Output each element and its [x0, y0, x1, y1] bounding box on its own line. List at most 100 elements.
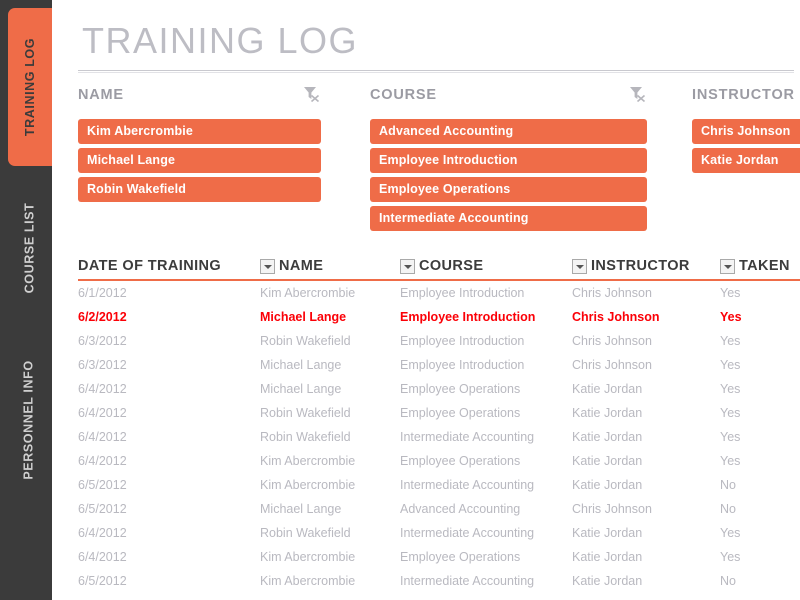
filter-chip[interactable]: Employee Operations	[370, 177, 647, 202]
chevron-down-icon[interactable]	[400, 258, 415, 274]
row-cell-date: 6/1/2012	[78, 286, 127, 300]
row-cell-course: Intermediate Accounting	[400, 573, 535, 588]
filter-chip[interactable]: Katie Jordan	[692, 148, 800, 173]
row-cell-course: Employee Introduction	[400, 357, 525, 372]
row-cell-course: Employee Introduction	[400, 333, 525, 348]
table-row[interactable]: 6/1/2012 Kim Abercrombie Employee Introduc…	[78, 280, 800, 304]
sidebar: TRAINING LOG COURSE LIST PERSONNEL INFO	[0, 0, 52, 600]
row-cell-name: Robin Wakefield	[260, 429, 351, 444]
filter-chip[interactable]: Michael Lange	[78, 148, 321, 173]
row-cell-course: Employee Operations	[400, 381, 521, 396]
filter-panel-course: COURSE Advanced Accounting Employee Intr…	[370, 86, 647, 235]
row-cell-taken: Yes	[720, 549, 741, 564]
row-cell-taken: No	[720, 573, 736, 588]
chevron-down-icon[interactable]	[720, 258, 735, 274]
row-cell-course: Employee Introduction	[400, 286, 525, 300]
filter-panel-instructor-header: INSTRUCTOR	[692, 86, 800, 106]
row-cell-taken: Yes	[720, 381, 741, 396]
table-row[interactable]: 6/3/2012 Michael Lange Employee Introducti…	[78, 352, 800, 376]
filter-panel-name: NAME Kim Abercrombie Michael Lange Robin…	[78, 86, 321, 206]
chevron-down-icon[interactable]	[572, 258, 587, 274]
row-cell-taken: No	[720, 501, 736, 516]
table-body: 6/1/2012 Kim Abercrombie Employee Introduc…	[78, 280, 800, 592]
row-cell-name: Kim Abercrombie	[260, 573, 356, 588]
row-cell-course: Advanced Accounting	[400, 501, 521, 516]
sidebar-tab-personnel-info[interactable]: PERSONNEL INFO	[6, 330, 52, 510]
filter-chip-list-name: Kim Abercrombie Michael Lange Robin Wake…	[78, 119, 321, 202]
row-cell-taken: Yes	[720, 525, 741, 540]
table-row[interactable]: 6/4/2012 Robin Wakefield Intermediate Acco…	[78, 424, 800, 448]
row-cell-date: 6/4/2012	[78, 405, 127, 420]
row-cell-instructor: Katie Jordan	[572, 381, 643, 396]
row-cell-instructor: Chris Johnson	[572, 501, 652, 516]
row-cell-date: 6/4/2012	[78, 381, 127, 396]
row-cell-date: 6/5/2012	[78, 573, 127, 588]
filter-chip[interactable]: Intermediate Accounting	[370, 206, 647, 231]
filter-chip-list-course: Advanced Accounting Employee Introductio…	[370, 119, 647, 231]
sidebar-tab-personnel-info-label: PERSONNEL INFO	[22, 360, 37, 480]
row-cell-date: 6/3/2012	[78, 357, 127, 372]
filter-panel-course-title: COURSE	[370, 87, 437, 103]
column-header-taken[interactable]: TAKEN	[720, 258, 800, 281]
column-header-instructor[interactable]: INSTRUCTOR	[572, 258, 720, 281]
row-cell-taken: No	[720, 477, 736, 492]
row-cell-instructor: Katie Jordan	[572, 573, 643, 588]
filter-chip[interactable]: Advanced Accounting	[370, 119, 647, 144]
table-row[interactable]: 6/5/2012 Kim Abercrombie Intermediate Acco…	[78, 472, 800, 496]
row-cell-name: Michael Lange	[260, 381, 342, 396]
row-cell-instructor: Chris Johnson	[572, 309, 660, 324]
row-cell-taken: Yes	[720, 309, 742, 324]
clear-filter-icon[interactable]	[301, 84, 321, 104]
row-cell-instructor: Katie Jordan	[572, 477, 643, 492]
column-header-course-label: COURSE	[419, 258, 484, 274]
page-title: TRAINING LOG	[82, 20, 359, 61]
row-cell-instructor: Chris Johnson	[572, 286, 652, 300]
sidebar-tab-training-log[interactable]: TRAINING LOG	[8, 8, 52, 166]
table-row[interactable]: 6/4/2012 Robin Wakefield Intermediate Acco…	[78, 520, 800, 544]
row-cell-course: Intermediate Accounting	[400, 477, 535, 492]
filter-panel-course-header: COURSE	[370, 86, 647, 106]
filter-chip[interactable]: Kim Abercrombie	[78, 119, 321, 144]
filter-chip[interactable]: Employee Introduction	[370, 148, 647, 173]
clear-filter-icon[interactable]	[627, 84, 647, 104]
row-cell-date: 6/3/2012	[78, 333, 127, 348]
sidebar-tab-course-list[interactable]: COURSE LIST	[6, 178, 52, 318]
column-header-date[interactable]: DATE OF TRAINING	[78, 258, 260, 281]
table-row[interactable]: 6/5/2012 Michael Lange Advanced Accounting…	[78, 496, 800, 520]
row-cell-taken: Yes	[720, 429, 741, 444]
chevron-down-icon[interactable]	[260, 258, 275, 274]
filter-chip[interactable]: Chris Johnson	[692, 119, 800, 144]
sidebar-tab-training-log-label: TRAINING LOG	[23, 37, 38, 137]
row-cell-date: 6/5/2012	[78, 501, 127, 516]
clear-filter-icon-svg	[304, 87, 320, 103]
title-divider	[78, 70, 794, 73]
row-cell-course: Intermediate Accounting	[400, 429, 535, 444]
row-cell-instructor: Katie Jordan	[572, 429, 643, 444]
row-cell-date: 6/4/2012	[78, 453, 127, 468]
column-header-name[interactable]: NAME	[260, 258, 400, 281]
row-cell-instructor: Chris Johnson	[572, 333, 652, 348]
table-row[interactable]: 6/3/2012 Robin Wakefield Employee Introduc…	[78, 328, 800, 352]
row-cell-date: 6/2/2012	[78, 309, 127, 324]
column-header-instructor-label: INSTRUCTOR	[591, 258, 690, 274]
row-cell-name: Kim Abercrombie	[260, 286, 356, 300]
training-log-table-wrap: DATE OF TRAINING NAME COURSE INSTRUCTOR …	[78, 258, 800, 592]
table-row[interactable]: 6/4/2012 Robin Wakefield Employee Operatio…	[78, 400, 800, 424]
table-header-row: DATE OF TRAINING NAME COURSE INSTRUCTOR …	[78, 258, 800, 281]
table-row[interactable]: 6/2/2012 Michael Lange Employee Introducti…	[78, 304, 800, 328]
row-cell-taken: Yes	[720, 357, 741, 372]
table-row[interactable]: 6/5/2012 Kim Abercrombie Intermediate Acco…	[78, 568, 800, 592]
table-row[interactable]: 6/4/2012 Kim Abercrombie Employee Operatio…	[78, 448, 800, 472]
filter-chip-list-instructor: Chris Johnson Katie Jordan	[692, 119, 800, 173]
column-header-date-label: DATE OF TRAINING	[78, 258, 222, 274]
row-cell-instructor: Katie Jordan	[572, 453, 643, 468]
filter-chip[interactable]: Robin Wakefield	[78, 177, 321, 202]
column-header-course[interactable]: COURSE	[400, 258, 572, 281]
filter-panel-instructor: INSTRUCTOR Chris Johnson Katie Jordan	[692, 86, 800, 177]
row-cell-date: 6/5/2012	[78, 477, 127, 492]
table-row[interactable]: 6/4/2012 Michael Lange Employee Operations…	[78, 376, 800, 400]
column-header-taken-label: TAKEN	[739, 258, 790, 274]
row-cell-taken: Yes	[720, 405, 741, 420]
row-cell-taken: Yes	[720, 333, 741, 348]
table-row[interactable]: 6/4/2012 Kim Abercrombie Employee Operatio…	[78, 544, 800, 568]
